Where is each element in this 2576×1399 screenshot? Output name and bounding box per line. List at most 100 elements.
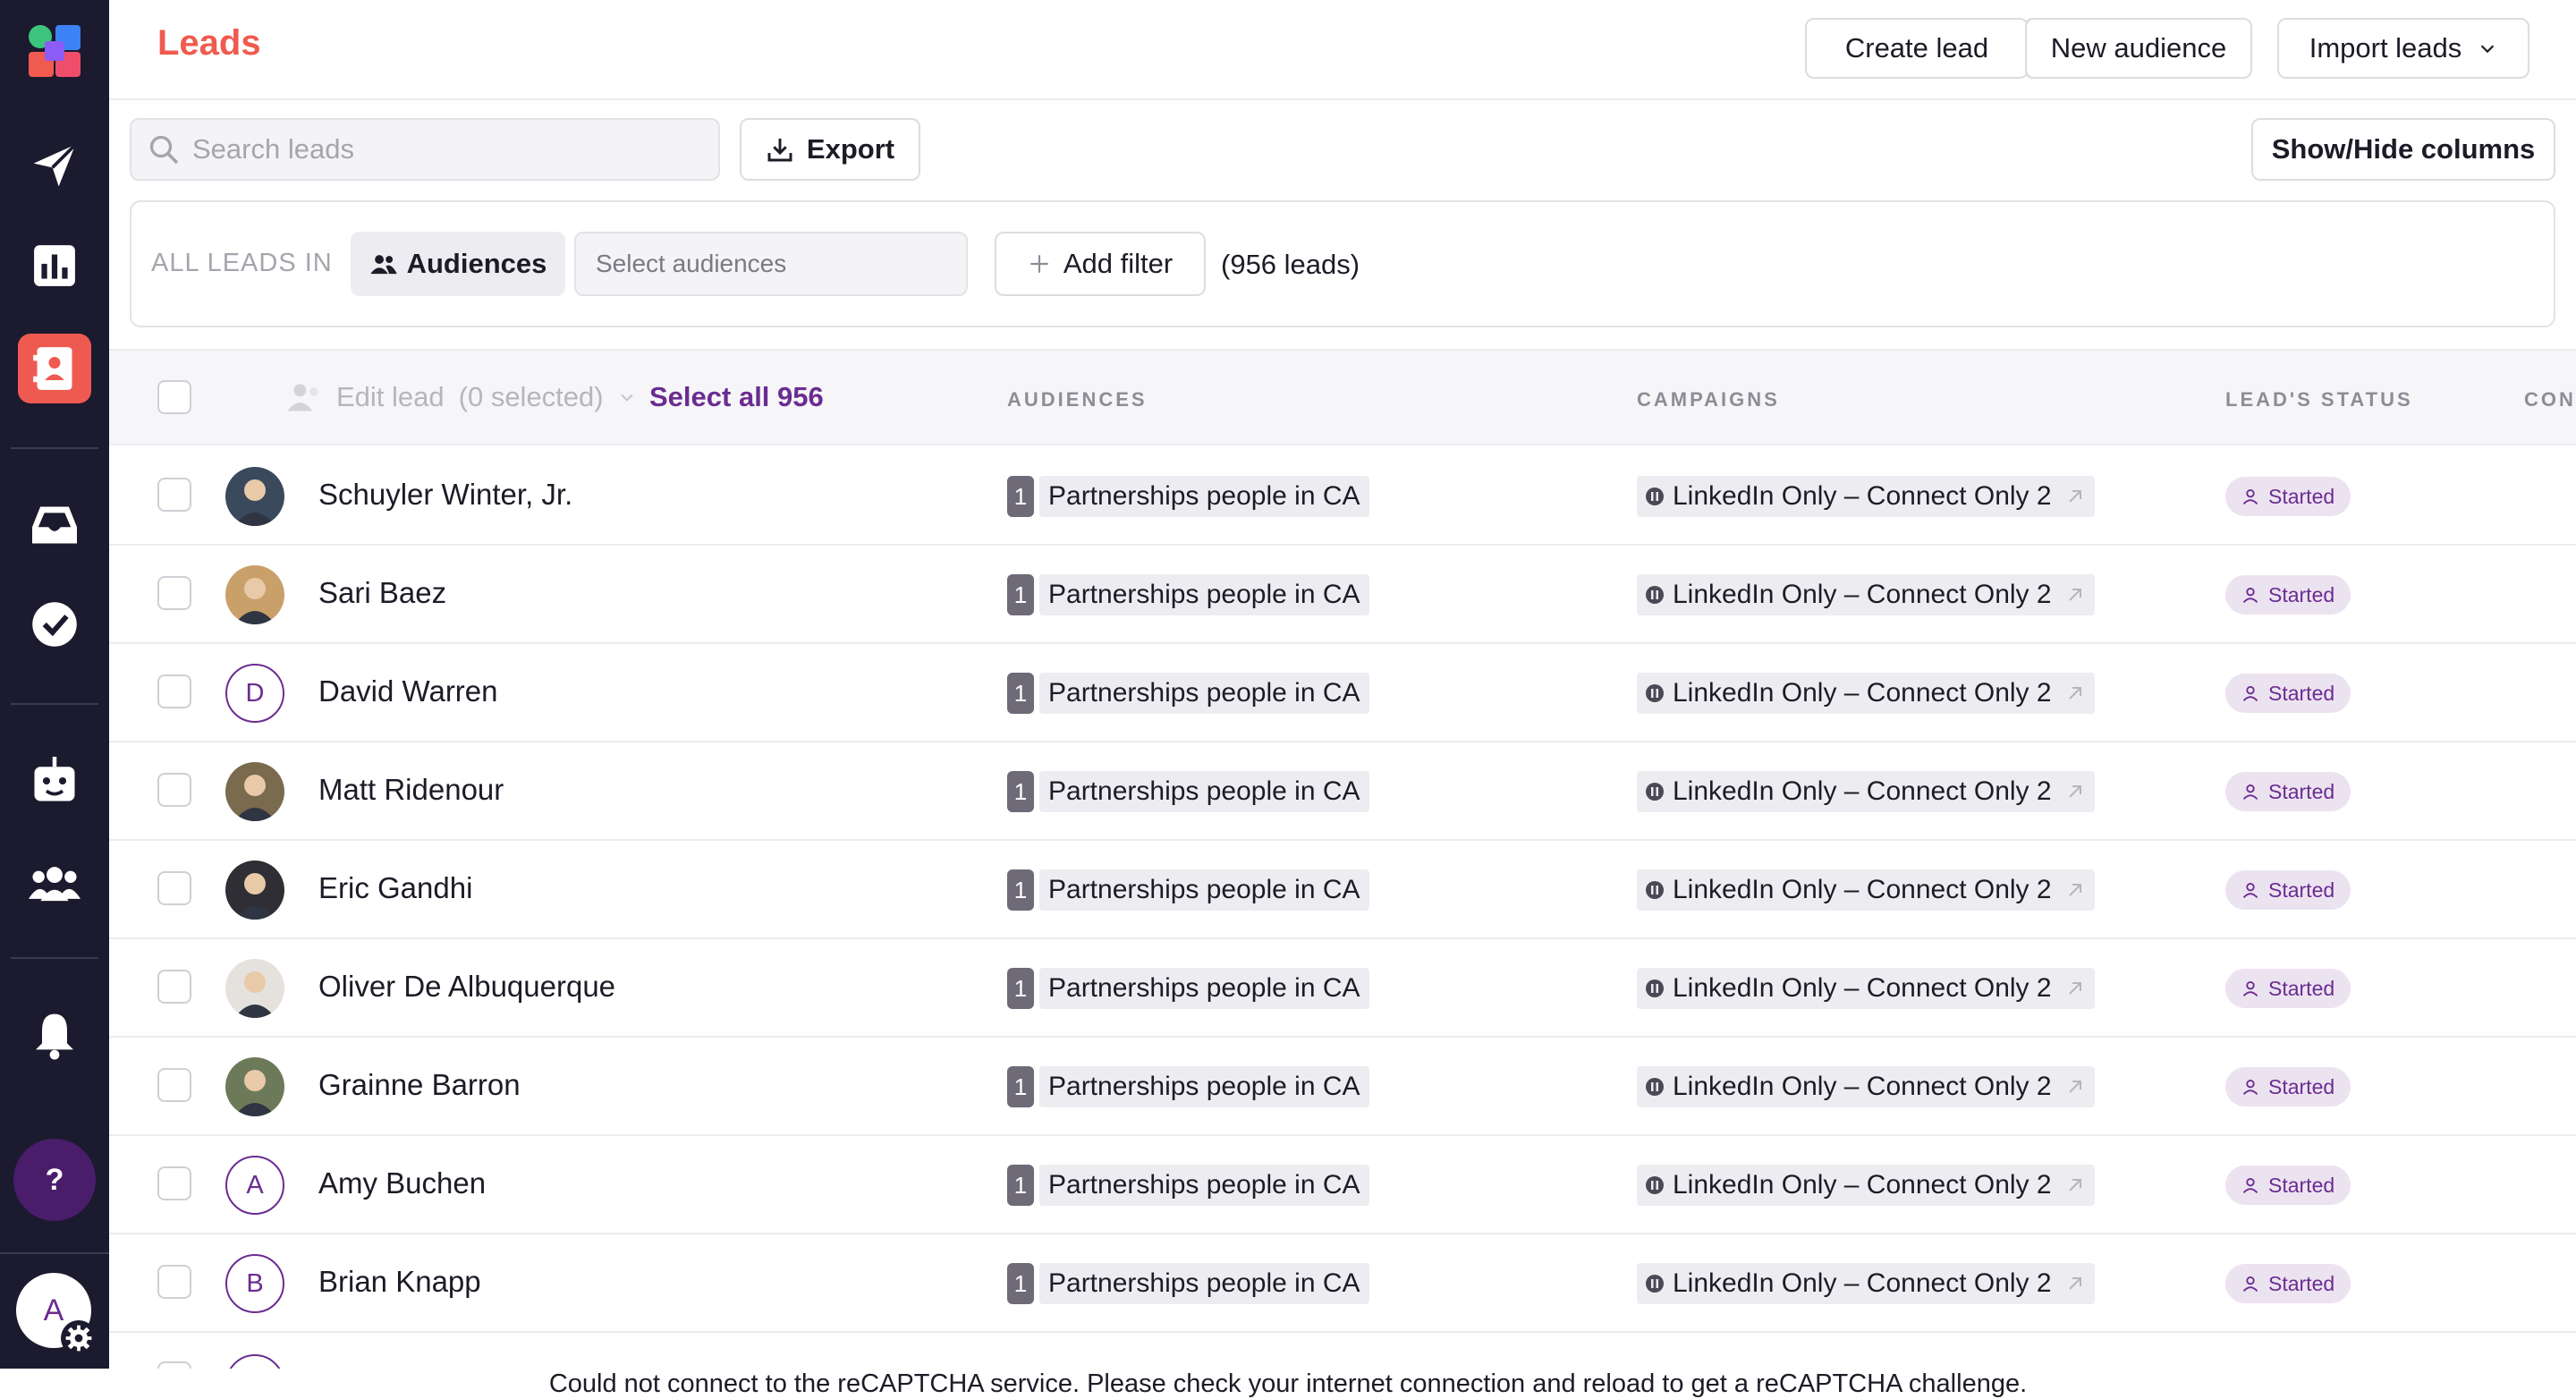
- audience-tag[interactable]: 1 Partnerships people in CA: [1007, 771, 1369, 812]
- import-leads-label: Import leads: [2309, 32, 2462, 64]
- new-audience-button[interactable]: New audience: [2025, 18, 2252, 79]
- audience-tag[interactable]: 1 Partnerships people in CA: [1007, 1165, 1369, 1206]
- select-all-checkbox[interactable]: [157, 380, 191, 414]
- search-input[interactable]: [191, 132, 695, 166]
- external-link-icon[interactable]: [2064, 1174, 2086, 1196]
- table-row[interactable]: Sari Baez 1 Partnerships people in CA Li…: [109, 546, 2576, 644]
- analytics-icon[interactable]: [0, 234, 109, 297]
- row-checkbox[interactable]: [157, 1265, 191, 1299]
- recaptcha-error-message: Could not connect to the reCAPTCHA servi…: [0, 1369, 2576, 1399]
- lead-name[interactable]: David Warren: [318, 674, 498, 708]
- lead-name[interactable]: Grainne Barron: [318, 1068, 521, 1102]
- table-row[interactable]: Matt Ridenour 1 Partnerships people in C…: [109, 742, 2576, 841]
- row-checkbox[interactable]: [157, 1361, 191, 1369]
- column-header-con[interactable]: CON: [2524, 388, 2576, 411]
- audience-tag[interactable]: 1 Partnerships people in CA: [1007, 1263, 1369, 1304]
- audience-name: Partnerships people in CA: [1039, 476, 1369, 517]
- campaign-tag[interactable]: LinkedIn Only – Connect Only 2: [1637, 673, 2095, 714]
- row-checkbox[interactable]: [157, 1166, 191, 1200]
- external-link-icon[interactable]: [2064, 781, 2086, 802]
- campaign-tag[interactable]: LinkedIn Only – Connect Only 2: [1637, 968, 2095, 1009]
- external-link-icon[interactable]: [2064, 879, 2086, 901]
- send-icon[interactable]: [0, 134, 109, 197]
- status-label: Started: [2268, 582, 2335, 606]
- table-row[interactable]: Oliver De Albuquerque 1 Partnerships peo…: [109, 939, 2576, 1038]
- audience-name: Partnerships people in CA: [1039, 574, 1369, 615]
- audience-tag[interactable]: 1 Partnerships people in CA: [1007, 869, 1369, 911]
- lead-name[interactable]: Amy Buchen: [318, 1166, 486, 1200]
- table-row[interactable]: Eric Gandhi 1 Partnerships people in CA …: [109, 841, 2576, 939]
- logo-icon[interactable]: [0, 20, 109, 82]
- plus-icon: [1030, 255, 1048, 273]
- lead-avatar: [225, 1057, 284, 1116]
- bot-icon[interactable]: [0, 750, 109, 812]
- add-filter-button[interactable]: Add filter: [995, 232, 1206, 296]
- row-checkbox[interactable]: [157, 674, 191, 708]
- sidebar-divider: [11, 703, 98, 705]
- search-box[interactable]: [130, 118, 720, 181]
- table-row[interactable]: B Brian Knapp 1 Partnerships people in C…: [109, 1234, 2576, 1333]
- column-header-audiences[interactable]: AUDIENCES: [1007, 388, 1148, 411]
- column-header-leads-status[interactable]: LEAD'S STATUS: [2225, 388, 2413, 411]
- external-link-icon[interactable]: [2064, 486, 2086, 507]
- table-row[interactable]: Schuyler Winter, Jr. 1 Partnerships peop…: [109, 447, 2576, 546]
- lead-avatar: [225, 762, 284, 821]
- contacts-icon[interactable]: [0, 337, 109, 400]
- row-checkbox[interactable]: [157, 1068, 191, 1102]
- team-icon[interactable]: [0, 852, 109, 914]
- table-row[interactable]: A Amy Buchen 1 Partnerships people in CA…: [109, 1136, 2576, 1234]
- campaign-tag[interactable]: LinkedIn Only – Connect Only 2: [1637, 869, 2095, 911]
- audience-tag[interactable]: 1 Partnerships people in CA: [1007, 1066, 1369, 1107]
- audience-tag[interactable]: 1 Partnerships people in CA: [1007, 968, 1369, 1009]
- campaign-tag[interactable]: LinkedIn Only – Connect Only 2: [1637, 771, 2095, 812]
- show-hide-columns-button[interactable]: Show/Hide columns: [2251, 118, 2555, 181]
- lead-name[interactable]: Oliver De Albuquerque: [318, 970, 615, 1004]
- row-checkbox[interactable]: [157, 871, 191, 905]
- external-link-icon[interactable]: [2064, 584, 2086, 606]
- settings-gear-icon[interactable]: [61, 1320, 97, 1356]
- tasks-icon[interactable]: [0, 593, 109, 656]
- select-all-link[interactable]: Select all 956: [649, 381, 824, 413]
- lead-avatar: [225, 565, 284, 624]
- user-icon: [2242, 1276, 2258, 1292]
- edit-lead-action[interactable]: Edit lead (0 selected): [286, 381, 636, 413]
- lead-name[interactable]: Brian Knapp: [318, 1265, 481, 1299]
- import-leads-dropdown[interactable]: Import leads: [2277, 18, 2529, 79]
- status-label: Started: [2268, 1271, 2335, 1295]
- external-link-icon[interactable]: [2064, 978, 2086, 999]
- audience-tag[interactable]: 1 Partnerships people in CA: [1007, 574, 1369, 615]
- campaign-tag[interactable]: LinkedIn Only – Connect Only 2: [1637, 1066, 2095, 1107]
- campaign-tag[interactable]: LinkedIn Only – Connect Only 2: [1637, 1263, 2095, 1304]
- row-checkbox[interactable]: [157, 478, 191, 512]
- external-link-icon[interactable]: [2064, 1273, 2086, 1294]
- row-checkbox[interactable]: [157, 773, 191, 807]
- create-lead-button[interactable]: Create lead: [1805, 18, 2029, 79]
- lead-name[interactable]: Schuyler Winter, Jr.: [318, 478, 572, 512]
- audience-name: Partnerships people in CA: [1039, 968, 1369, 1009]
- lead-name[interactable]: Eric Gandhi: [318, 871, 472, 905]
- lead-name[interactable]: Matt Ridenour: [318, 773, 504, 807]
- column-header-campaigns[interactable]: CAMPAIGNS: [1637, 388, 1780, 411]
- campaign-tag[interactable]: LinkedIn Only – Connect Only 2: [1637, 476, 2095, 517]
- audience-tag[interactable]: 1 Partnerships people in CA: [1007, 673, 1369, 714]
- campaign-tag[interactable]: LinkedIn Only – Connect Only 2: [1637, 574, 2095, 615]
- campaign-tag[interactable]: LinkedIn Only – Connect Only 2: [1637, 1165, 2095, 1206]
- table-row[interactable]: Grainne Barron 1 Partnerships people in …: [109, 1038, 2576, 1136]
- lead-avatar: A: [225, 1156, 284, 1215]
- select-audiences-field[interactable]: Select audiences: [574, 232, 968, 296]
- campaign-name: LinkedIn Only – Connect Only 2: [1673, 580, 2052, 609]
- export-button[interactable]: Export: [740, 118, 920, 181]
- audiences-filter-chip[interactable]: Audiences: [351, 232, 565, 296]
- external-link-icon[interactable]: [2064, 683, 2086, 704]
- row-checkbox[interactable]: [157, 970, 191, 1004]
- user-icon: [2242, 686, 2258, 701]
- table-row[interactable]: D David Warren 1 Partnerships people in …: [109, 644, 2576, 742]
- external-link-icon[interactable]: [2064, 1076, 2086, 1098]
- bell-icon[interactable]: [0, 1004, 109, 1066]
- lead-name[interactable]: Sari Baez: [318, 576, 446, 610]
- audience-tag[interactable]: 1 Partnerships people in CA: [1007, 476, 1369, 517]
- help-button[interactable]: ?: [13, 1139, 96, 1221]
- campaign-status-icon: [1646, 488, 1664, 505]
- row-checkbox[interactable]: [157, 576, 191, 610]
- inbox-icon[interactable]: [0, 494, 109, 556]
